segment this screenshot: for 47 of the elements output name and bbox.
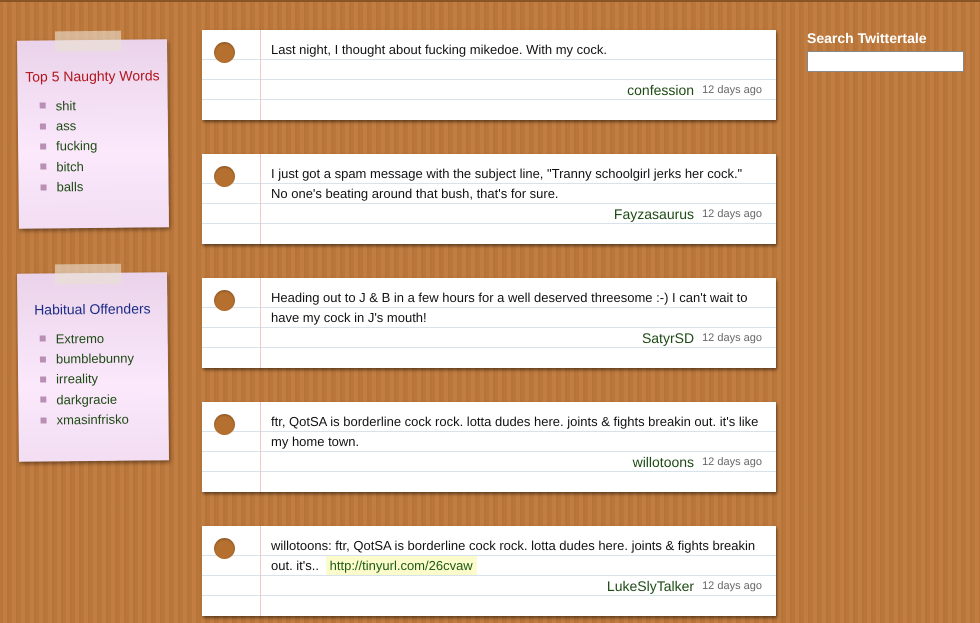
bullet-icon xyxy=(40,184,47,190)
bullet-icon xyxy=(40,123,46,130)
offender-link[interactable]: irreality xyxy=(56,371,98,387)
timestamp: 12 days ago xyxy=(702,332,762,344)
author-link[interactable]: LukeSlyTalker xyxy=(606,578,694,594)
tweet-text: Heading out to J & B in a few hours for a well deserved threesome :-) I can't wait to have my cock in J's mouth! xyxy=(271,289,748,327)
offender-link[interactable]: bumblebunny xyxy=(56,350,134,366)
punch-hole xyxy=(214,290,235,311)
timestamp: 12 days ago xyxy=(702,456,762,468)
naughty-word: bitch xyxy=(56,158,84,174)
bullet-icon xyxy=(40,336,46,342)
naughty-word: balls xyxy=(56,179,84,195)
bullet-icon xyxy=(40,396,46,403)
tweet-text: ftr, QotSA is borderline cock rock. lotta dudes here. joints & fights breakin out. it's like my home town. xyxy=(271,413,760,451)
bullet-icon xyxy=(40,164,46,170)
tweet-text: willotoons: ftr, QotSA is borderline cock rock. lotta dudes here. joints & fights breakin out. it's.. http://tinyurl.com/26cvaw xyxy=(271,537,756,576)
bullet-icon xyxy=(40,102,46,109)
tweet-text: I just got a spam message with the subject line, "Tranny schoolgirl jerks her cock." No one's beating around that bush, that's for sure. xyxy=(271,165,744,203)
offender-link[interactable]: xmasinfrisko xyxy=(56,412,129,428)
tape xyxy=(54,30,122,52)
author-link[interactable]: willotoons xyxy=(632,454,694,470)
bullet-icon xyxy=(40,376,46,383)
author-link[interactable]: Fayzasaurus xyxy=(614,206,694,222)
punch-hole xyxy=(214,166,235,187)
timestamp: 12 days ago xyxy=(702,84,762,96)
punch-hole xyxy=(214,538,235,559)
search-label: Search Twittertale xyxy=(807,30,928,46)
author-link[interactable]: confession xyxy=(627,82,694,98)
punch-hole xyxy=(214,414,235,435)
offender-link[interactable]: Extremo xyxy=(56,330,104,346)
tape xyxy=(54,264,122,284)
bullet-icon xyxy=(40,143,46,150)
word-list-title: Top 5 Naughty Words xyxy=(24,67,161,85)
punch-hole xyxy=(214,42,235,63)
bullet-icon xyxy=(40,356,46,362)
timestamp: 12 days ago xyxy=(702,580,762,592)
offenders-title: Habitual Offenders xyxy=(33,300,152,318)
naughty-word: fucking xyxy=(56,138,98,154)
search-field[interactable] xyxy=(807,51,964,72)
timestamp: 12 days ago xyxy=(702,208,762,220)
link[interactable]: http://tinyurl.com/26cvaw xyxy=(326,556,477,575)
tweet-text: Last night, I thought about fucking mikedoe. With my cock. xyxy=(271,41,608,59)
offender-link[interactable]: darkgracie xyxy=(56,392,118,408)
author-link[interactable]: SatyrSD xyxy=(642,330,694,346)
naughty-word: shit xyxy=(56,98,76,114)
bullet-icon xyxy=(40,417,47,424)
naughty-word: ass xyxy=(56,118,76,134)
